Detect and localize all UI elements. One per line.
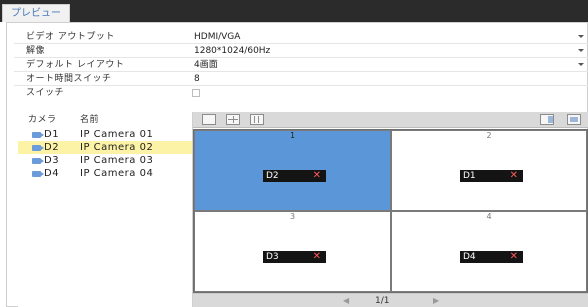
switch-label: スイッチ [26, 88, 65, 98]
camera-id: D2 [44, 142, 60, 153]
preview-grid: 1 D2 ✕ 2 D1 ✕ 3 D3 ✕ 4 D4 ✕ [193, 129, 588, 293]
camera-id: D4 [44, 168, 60, 179]
camera-name: IP Camera 01 [80, 129, 154, 140]
remove-icon[interactable]: ✕ [313, 251, 321, 263]
resolution-label: 解像 [26, 46, 46, 56]
camera-list: カメラ 名前 D1 IP Camera 01 D2 IP Camera 02 D… [18, 112, 193, 307]
video-output-row: ビデオ アウトプット HDMI/VGA [14, 30, 588, 44]
remove-icon[interactable]: ✕ [313, 170, 321, 182]
camera-id: D1 [44, 129, 60, 140]
auto-switch-time-input[interactable]: 8 [192, 72, 588, 86]
cell-number: 3 [289, 212, 296, 221]
camera-name: IP Camera 02 [80, 142, 154, 153]
camera-row[interactable]: D3 IP Camera 03 [18, 154, 192, 167]
auto-switch-time-label: オート時間スイッチ [26, 74, 112, 84]
dropdown-arrow-icon [578, 63, 584, 66]
camera-row[interactable]: D2 IP Camera 02 [18, 141, 192, 154]
video-output-select[interactable]: HDMI/VGA [192, 30, 588, 44]
remove-icon[interactable]: ✕ [510, 251, 518, 263]
channel-label: D3 [266, 252, 279, 262]
default-layout-label: デフォルト レイアウト [26, 60, 125, 70]
default-layout-select[interactable]: 4画面 [192, 58, 588, 72]
top-bar [0, 0, 588, 22]
camera-list-header: カメラ 名前 [18, 112, 192, 128]
camera-icon [32, 158, 44, 164]
default-layout-row: デフォルト レイアウト 4画面 [14, 58, 588, 72]
camera-name: IP Camera 03 [80, 155, 154, 166]
grid-cell[interactable]: 2 D1 ✕ [391, 130, 587, 211]
switch-checkbox[interactable] [192, 89, 200, 97]
default-layout-value: 4画面 [194, 60, 218, 70]
dropdown-arrow-icon [578, 35, 584, 38]
camera-icon [32, 132, 44, 138]
camera-id: D3 [44, 155, 60, 166]
remove-icon[interactable]: ✕ [510, 170, 518, 182]
camera-name: IP Camera 04 [80, 168, 154, 179]
camera-row[interactable]: D4 IP Camera 04 [18, 167, 192, 180]
dropdown-arrow-icon [578, 49, 584, 52]
camera-row[interactable]: D1 IP Camera 01 [18, 128, 192, 141]
cell-number: 2 [486, 131, 492, 140]
page-indicator: 1/1 [375, 296, 390, 306]
name-column-header: 名前 [80, 115, 100, 125]
cell-number: 1 [289, 131, 296, 140]
auto-switch-time-row: オート時間スイッチ 8 [14, 72, 588, 86]
layout-1-icon[interactable] [202, 114, 216, 125]
switch-row: スイッチ [14, 86, 588, 100]
video-output-label: ビデオ アウトプット [26, 32, 115, 42]
video-output-value: HDMI/VGA [194, 32, 241, 42]
pager: ◀ 1/1 ▶ [193, 293, 588, 307]
grid-cell[interactable]: 3 D3 ✕ [194, 211, 391, 292]
resolution-row: 解像 1280*1024/60Hz [14, 44, 588, 58]
previous-page-icon[interactable]: ◀ [343, 296, 349, 306]
layout-toolbar [193, 112, 588, 128]
channel-chip[interactable]: D2 ✕ [263, 170, 326, 182]
grid-cell[interactable]: 1 D2 ✕ [194, 130, 391, 211]
channel-chip[interactable]: D4 ✕ [460, 251, 523, 263]
camera-icon [32, 145, 44, 151]
layout-4-icon[interactable] [226, 114, 240, 125]
settings-form: ビデオ アウトプット HDMI/VGA 解像 1280*1024/60Hz デフ… [14, 30, 588, 100]
cell-number: 4 [486, 212, 492, 221]
next-page-icon[interactable]: ▶ [433, 296, 439, 306]
fullscreen-icon[interactable] [567, 114, 581, 125]
fit-window-icon[interactable] [540, 114, 554, 125]
layout-9-icon[interactable] [250, 114, 264, 125]
tab-preview[interactable]: プレビュー [2, 4, 70, 22]
resolution-value: 1280*1024/60Hz [194, 46, 271, 56]
camera-column-header: カメラ [28, 115, 57, 125]
grid-cell[interactable]: 4 D4 ✕ [391, 211, 587, 292]
channel-label: D4 [463, 252, 476, 262]
camera-icon [32, 171, 44, 177]
resolution-select[interactable]: 1280*1024/60Hz [192, 44, 588, 58]
channel-label: D1 [463, 171, 476, 181]
channel-label: D2 [266, 171, 279, 181]
channel-chip[interactable]: D3 ✕ [263, 251, 326, 263]
channel-chip[interactable]: D1 ✕ [460, 170, 523, 182]
